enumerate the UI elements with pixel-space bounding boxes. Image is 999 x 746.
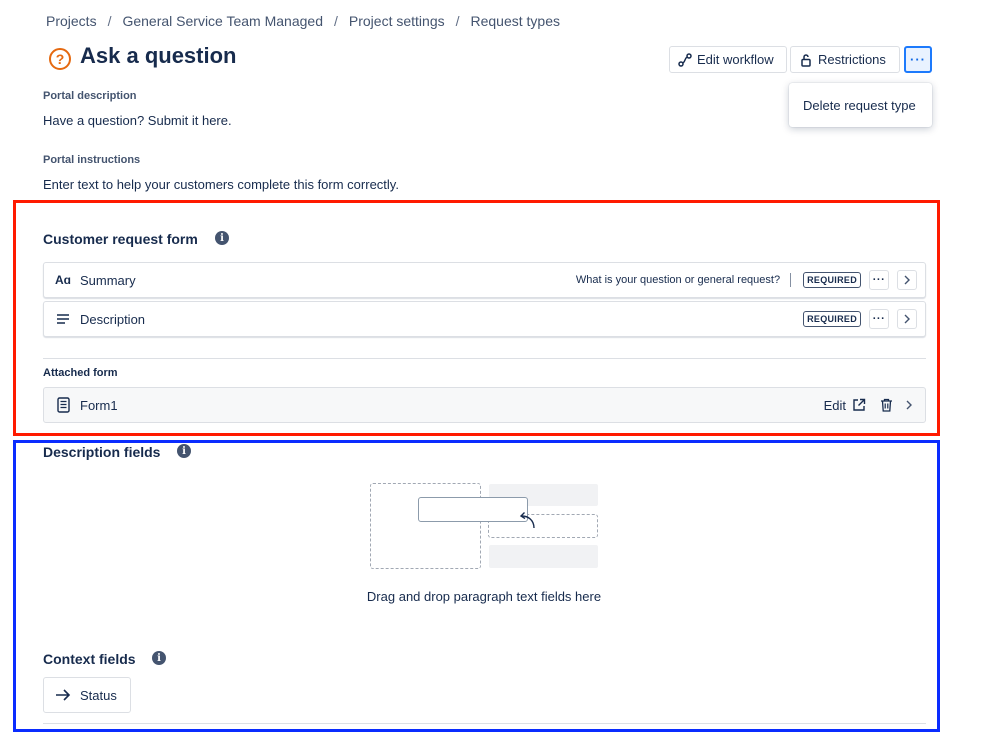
edit-form-link[interactable]: Edit	[824, 398, 846, 413]
workflow-icon	[678, 52, 692, 67]
attached-form-row[interactable]: Form1 Edit	[43, 387, 926, 423]
dnd-illustration-placeholder	[489, 545, 598, 568]
info-icon[interactable]: i	[215, 231, 229, 245]
edit-workflow-label: Edit workflow	[697, 52, 774, 67]
section-divider	[43, 358, 926, 359]
breadcrumb-separator: /	[107, 13, 112, 29]
portal-instructions-label: Portal instructions	[43, 154, 141, 166]
breadcrumb-item-project[interactable]: General Service Team Managed	[122, 13, 323, 29]
chevron-right-icon[interactable]	[905, 400, 913, 410]
arrow-right-icon	[56, 689, 71, 701]
required-badge: REQUIRED	[803, 272, 861, 288]
page-title: Ask a question	[80, 43, 237, 68]
info-icon-glyph: i	[182, 445, 186, 457]
context-field-name: Status	[80, 687, 117, 703]
attached-form-name: Form1	[80, 397, 118, 413]
field-description: What is your question or general request…	[576, 273, 792, 287]
trash-icon[interactable]	[880, 398, 893, 412]
form-icon	[54, 397, 72, 413]
text-icon: Aɑ	[55, 273, 71, 287]
portal-instructions-value[interactable]: Enter text to help your customers comple…	[43, 177, 399, 192]
portal-description-label: Portal description	[43, 90, 137, 102]
more-actions-menu: Delete request type	[789, 83, 932, 127]
field-name: Summary	[80, 272, 136, 288]
curved-arrow-icon	[519, 512, 535, 529]
dnd-illustration-card	[418, 497, 528, 522]
external-link-icon[interactable]	[852, 398, 866, 412]
paragraph-icon	[54, 314, 72, 324]
breadcrumb-separator: /	[334, 13, 338, 29]
unlock-icon	[801, 53, 811, 67]
required-badge: REQUIRED	[803, 311, 861, 327]
breadcrumb-separator: /	[455, 13, 460, 29]
attached-form-label: Attached form	[43, 367, 118, 379]
dnd-illustration-dropzone	[370, 483, 481, 569]
info-icon-glyph: i	[157, 652, 161, 664]
more-actions-button[interactable]: ···	[904, 46, 932, 73]
breadcrumb-item-request-types[interactable]: Request types	[471, 13, 561, 29]
question-icon: ?	[49, 48, 71, 70]
description-fields-empty-text: Drag and drop paragraph text fields here	[366, 589, 602, 604]
context-field-status[interactable]: Status	[43, 677, 131, 713]
field-more-button[interactable]: ···	[869, 309, 889, 329]
description-fields-title: Description fields	[43, 444, 161, 460]
form-field-row-summary[interactable]: Aɑ Summary What is your question or gene…	[43, 262, 926, 298]
info-icon-glyph: i	[220, 232, 224, 244]
field-name: Description	[80, 311, 146, 327]
restrictions-label: Restrictions	[818, 52, 886, 67]
field-more-button[interactable]: ···	[869, 270, 889, 290]
info-icon[interactable]: i	[152, 651, 166, 665]
question-icon-glyph: ?	[55, 51, 65, 67]
breadcrumb-item-project-settings[interactable]: Project settings	[349, 13, 445, 29]
portal-description-value[interactable]: Have a question? Submit it here.	[43, 113, 232, 128]
restrictions-button[interactable]: Restrictions	[790, 46, 900, 73]
customer-request-form-title: Customer request form	[43, 231, 198, 247]
info-icon[interactable]: i	[177, 444, 191, 458]
breadcrumb: Projects / General Service Team Managed …	[46, 13, 560, 29]
edit-workflow-button[interactable]: Edit workflow	[669, 46, 787, 73]
chevron-right-icon[interactable]	[897, 270, 917, 290]
form-field-row-description[interactable]: Description REQUIRED ···	[43, 301, 926, 337]
breadcrumb-item-projects[interactable]: Projects	[46, 13, 97, 29]
delete-request-type-menu-item[interactable]: Delete request type	[803, 98, 916, 113]
chevron-right-icon[interactable]	[897, 309, 917, 329]
context-fields-title: Context fields	[43, 651, 136, 667]
field-row-edge	[43, 723, 926, 727]
more-icon: ···	[910, 52, 926, 67]
